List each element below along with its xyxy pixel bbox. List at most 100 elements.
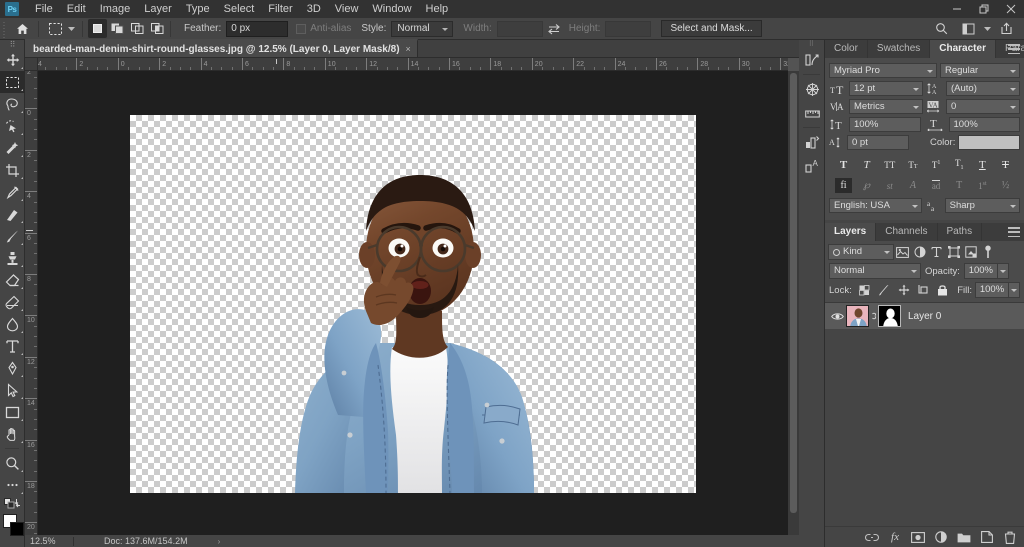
tab-layers[interactable]: Layers <box>825 223 877 241</box>
faux-bold-button[interactable]: T <box>835 157 852 172</box>
menu-3d[interactable]: 3D <box>300 0 328 18</box>
standard-ligatures-button[interactable]: fi <box>835 178 852 193</box>
all-caps-button[interactable]: TT <box>881 157 898 172</box>
artboard-transparent-checkerboard[interactable] <box>130 115 696 493</box>
swap-dimensions-icon[interactable] <box>543 20 565 38</box>
color-swatches[interactable] <box>0 512 25 542</box>
rectangular-marquee-tool[interactable] <box>0 71 25 93</box>
doc-size-label[interactable]: Doc: 137.6M/154.2M <box>74 536 188 546</box>
intersect-selection-icon[interactable] <box>148 19 167 38</box>
fill-input[interactable]: 100% <box>975 282 1009 298</box>
menu-type[interactable]: Type <box>179 0 217 18</box>
horizontal-scale-input[interactable]: 100% <box>948 117 1020 132</box>
filter-smart-object-icon[interactable] <box>962 244 979 260</box>
tab-paths[interactable]: Paths <box>937 223 983 241</box>
measurement-log-icon[interactable] <box>799 101 825 125</box>
leading-input[interactable]: (Auto) <box>946 81 1020 96</box>
vertical-ruler[interactable]: 2 0 2 4 6 8 10 12 14 16 18 20 <box>25 71 38 535</box>
new-group-icon[interactable] <box>957 530 971 544</box>
subtract-from-selection-icon[interactable] <box>128 19 147 38</box>
menu-select[interactable]: Select <box>217 0 262 18</box>
spot-healing-brush-tool[interactable] <box>0 203 25 225</box>
panel-menu-icon[interactable] <box>1008 44 1020 54</box>
swash-button[interactable]: A <box>904 178 921 193</box>
quick-selection-tool[interactable] <box>0 137 25 159</box>
document-tab[interactable]: bearded-man-denim-shirt-round-glasses.jp… <box>25 39 418 57</box>
properties-icon[interactable] <box>799 130 825 154</box>
workspace-caret-icon[interactable] <box>982 20 993 38</box>
tab-channels[interactable]: Channels <box>876 223 938 241</box>
link-mask-icon[interactable] <box>869 311 878 321</box>
document-tab-close-icon[interactable]: × <box>406 44 411 54</box>
superscript-button[interactable]: T1 <box>928 157 945 172</box>
clone-stamp-tool[interactable] <box>0 247 25 269</box>
subscript-button[interactable]: T1 <box>951 157 968 172</box>
new-adjustment-layer-icon[interactable] <box>934 530 948 544</box>
tool-preset-picker[interactable] <box>42 20 79 38</box>
lock-artboard-nesting-icon[interactable] <box>915 282 932 298</box>
gradient-tool[interactable] <box>0 291 25 313</box>
faux-italic-button[interactable]: T <box>858 157 875 172</box>
opacity-stepper-icon[interactable] <box>997 263 1009 279</box>
minimize-icon[interactable] <box>943 0 970 18</box>
new-selection-icon[interactable] <box>88 19 107 38</box>
menu-layer[interactable]: Layer <box>137 0 179 18</box>
canvas-area[interactable] <box>38 71 788 535</box>
workspace-switcher-icon[interactable] <box>955 20 982 38</box>
search-icon[interactable] <box>928 20 955 38</box>
edit-toolbar-icon[interactable] <box>0 474 25 496</box>
filter-toggle-icon[interactable] <box>979 244 996 260</box>
kerning-input[interactable]: Metrics <box>849 99 923 114</box>
default-colors-icon[interactable] <box>0 496 25 510</box>
restore-icon[interactable] <box>970 0 997 18</box>
select-and-mask-button[interactable]: Select and Mask... <box>661 20 762 37</box>
table-row[interactable]: Layer 0 <box>825 303 1024 329</box>
type-tool[interactable] <box>0 335 25 357</box>
move-tool[interactable] <box>0 49 25 71</box>
tab-character[interactable]: Character <box>930 40 996 58</box>
delete-layer-icon[interactable] <box>1003 530 1017 544</box>
pen-tool[interactable] <box>0 357 25 379</box>
vertical-scroll-thumb[interactable] <box>790 73 797 513</box>
filter-type-icon[interactable] <box>928 244 945 260</box>
crop-tool[interactable] <box>0 159 25 181</box>
zoom-tool[interactable] <box>0 452 25 474</box>
options-bar-grip[interactable] <box>0 17 9 40</box>
ordinals-button[interactable]: 1st <box>974 178 991 193</box>
share-icon[interactable] <box>993 20 1020 38</box>
eraser-tool[interactable] <box>0 269 25 291</box>
character-color-swatch[interactable] <box>958 135 1020 150</box>
height-input[interactable] <box>605 20 652 37</box>
tracking-input[interactable]: 0 <box>946 99 1020 114</box>
blend-mode-select[interactable]: Normal <box>829 263 921 279</box>
contextual-alternates-button[interactable]: ℘ <box>858 178 875 193</box>
brush-tool[interactable] <box>0 225 25 247</box>
menu-file[interactable]: File <box>28 0 60 18</box>
tab-color[interactable]: Color <box>825 40 868 58</box>
font-size-input[interactable]: 12 pt <box>849 81 923 96</box>
opacity-input[interactable]: 100% <box>963 263 998 279</box>
blur-tool[interactable] <box>0 313 25 335</box>
eyedropper-tool[interactable] <box>0 181 25 203</box>
feather-input[interactable]: 0 px <box>226 20 289 37</box>
layers-panel-menu-icon[interactable] <box>1008 227 1020 237</box>
lock-image-pixels-icon[interactable] <box>876 282 893 298</box>
width-input[interactable] <box>496 20 543 37</box>
menu-image[interactable]: Image <box>93 0 138 18</box>
layer-name[interactable]: Layer 0 <box>908 311 941 322</box>
character-styles-icon[interactable]: A <box>799 154 825 178</box>
lasso-tool[interactable] <box>0 93 25 115</box>
discretionary-ligatures-button[interactable]: st <box>881 178 898 193</box>
background-color-swatch[interactable] <box>10 522 24 536</box>
layer-filter-kind-select[interactable]: Kind <box>828 244 894 260</box>
anti-alias-select[interactable]: Sharp <box>944 198 1020 213</box>
stylistic-alternates-button[interactable]: ad <box>928 178 945 193</box>
quick-mask-icon[interactable] <box>0 542 25 547</box>
font-family-select[interactable]: Myriad Pro <box>829 63 937 78</box>
baseline-shift-input[interactable]: 0 pt <box>847 135 909 150</box>
eye-icon[interactable] <box>829 312 846 321</box>
rectangle-tool[interactable] <box>0 401 25 423</box>
close-icon[interactable] <box>997 0 1024 18</box>
style-select[interactable]: Normal <box>391 20 454 37</box>
tools-panel-grip[interactable]: ⠿ <box>0 40 25 49</box>
